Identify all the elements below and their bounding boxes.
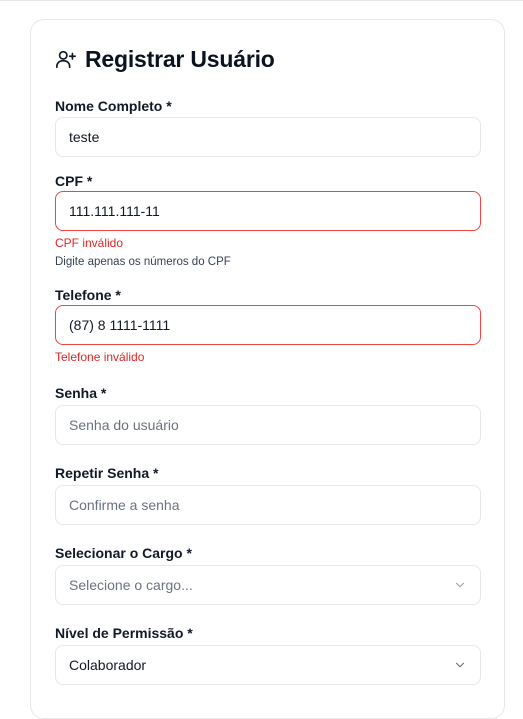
cpf-input[interactable]: 111.111.111-11 xyxy=(55,191,481,231)
repetir-senha-placeholder: Confirme a senha xyxy=(69,497,180,513)
telefone-input[interactable]: (87) 8 1111-1111 xyxy=(55,305,481,345)
cpf-label: CPF * xyxy=(55,173,93,189)
repetir-senha-input[interactable]: Confirme a senha xyxy=(55,485,481,525)
user-plus-icon xyxy=(55,48,77,70)
nome-input[interactable]: teste xyxy=(55,117,481,157)
register-user-card: Registrar Usuário Nome Completo * teste … xyxy=(30,19,505,719)
senha-input[interactable]: Senha do usuário xyxy=(55,405,481,445)
permissao-value: Colaborador xyxy=(69,657,147,673)
cargo-label: Selecionar o Cargo * xyxy=(55,545,192,561)
nome-label: Nome Completo * xyxy=(55,98,172,114)
form-header: Registrar Usuário xyxy=(55,44,275,74)
cargo-placeholder: Selecione o cargo... xyxy=(69,577,193,593)
cpf-help-text: Digite apenas os números do CPF xyxy=(55,256,231,268)
permissao-label: Nível de Permissão * xyxy=(55,625,193,641)
chevron-down-icon xyxy=(453,578,467,592)
cpf-error: CPF inválido xyxy=(55,236,124,250)
telefone-label: Telefone * xyxy=(55,287,121,303)
senha-placeholder: Senha do usuário xyxy=(69,417,179,433)
telefone-error: Telefone inválido xyxy=(55,350,145,364)
top-divider xyxy=(0,0,523,1)
nome-value: teste xyxy=(69,129,100,145)
page-title: Registrar Usuário xyxy=(85,45,275,72)
cpf-value: 111.111.111-11 xyxy=(69,203,160,219)
chevron-down-icon xyxy=(453,658,467,672)
cargo-select[interactable]: Selecione o cargo... xyxy=(55,565,481,605)
permissao-select[interactable]: Colaborador xyxy=(55,645,481,685)
telefone-value: (87) 8 1111-1111 xyxy=(69,317,171,333)
senha-label: Senha * xyxy=(55,385,107,401)
repetir-senha-label: Repetir Senha * xyxy=(55,465,159,481)
